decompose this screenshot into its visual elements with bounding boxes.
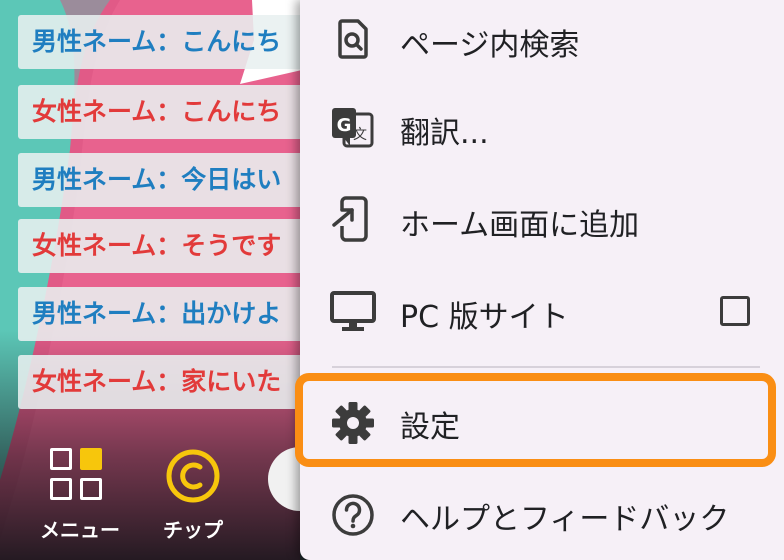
speaker-name: 男性ネーム (32, 166, 157, 194)
menu-item-label: ヘルプとフィードバック (400, 502, 730, 537)
message-text: 家にいた (181, 368, 282, 396)
separator: ： (156, 368, 182, 396)
help-icon (332, 494, 374, 536)
menu-item-desktop-site[interactable]: PC 版サイト (300, 266, 784, 354)
grid-menu-icon (50, 448, 106, 504)
separator: ： (156, 98, 182, 126)
message-text: こんにち (181, 28, 282, 56)
message-text: 今日はい (181, 166, 282, 194)
chat-line: 女性ネーム：こんにち (18, 85, 318, 139)
menu-item-label: ホーム画面に追加 (400, 208, 640, 243)
settings-gear-icon (332, 402, 374, 444)
svg-text:文: 文 (353, 127, 367, 143)
menu-button-label: メニュー (40, 520, 120, 542)
add-to-home-screen-icon (332, 196, 368, 242)
speaker-name: 女性ネーム (32, 368, 157, 396)
desktop-icon (330, 291, 376, 331)
game-bottom-bar: メニュー チップ (0, 440, 300, 560)
menu-divider (332, 366, 760, 368)
chat-line: 女性ネーム：家にいた (18, 355, 318, 409)
menu-item-settings[interactable]: 設定 (300, 378, 784, 466)
menu-item-label: PC 版サイト (400, 300, 569, 335)
chat-line: 男性ネーム：今日はい (18, 153, 318, 207)
message-text: 出かけよ (181, 300, 282, 328)
speaker-name: 女性ネーム (32, 98, 157, 126)
tip-button-label: チップ (163, 520, 223, 542)
message-text: こんにち (181, 98, 282, 126)
menu-button[interactable]: メニュー (30, 440, 130, 550)
translate-icon: G 文 (332, 108, 374, 148)
separator: ： (156, 300, 182, 328)
menu-item-label: 翻訳... (400, 116, 489, 151)
tip-button[interactable]: チップ (148, 440, 238, 550)
menu-item-label: ページ内検索 (400, 28, 580, 63)
find-in-page-icon (338, 19, 368, 59)
browser-overflow-menu: ページ内検索 G 文 翻訳... ホーム画面に追加 PC 版サイト 設定 ヘルプ… (300, 0, 784, 560)
speaker-name: 男性ネーム (32, 28, 157, 56)
message-text: そうです (181, 232, 282, 260)
speaker-name: 女性ネーム (32, 232, 157, 260)
menu-item-help-feedback[interactable]: ヘルプとフィードバック (300, 470, 784, 560)
separator: ： (156, 28, 182, 56)
separator: ： (156, 232, 182, 260)
separator: ： (156, 166, 182, 194)
speaker-name: 男性ネーム (32, 300, 157, 328)
chat-line: 男性ネーム：出かけよ (18, 287, 318, 341)
chat-line: 女性ネーム：そうです (18, 219, 318, 273)
coin-c-icon (166, 449, 220, 503)
menu-item-label: 設定 (400, 410, 460, 445)
menu-item-find-in-page[interactable]: ページ内検索 (300, 0, 784, 80)
menu-item-translate[interactable]: G 文 翻訳... (300, 86, 784, 172)
desktop-site-checkbox[interactable] (720, 296, 750, 326)
menu-item-add-to-home[interactable]: ホーム画面に追加 (300, 176, 784, 264)
chat-line: 男性ネーム：こんにち (18, 15, 318, 69)
svg-text:G: G (337, 115, 352, 136)
